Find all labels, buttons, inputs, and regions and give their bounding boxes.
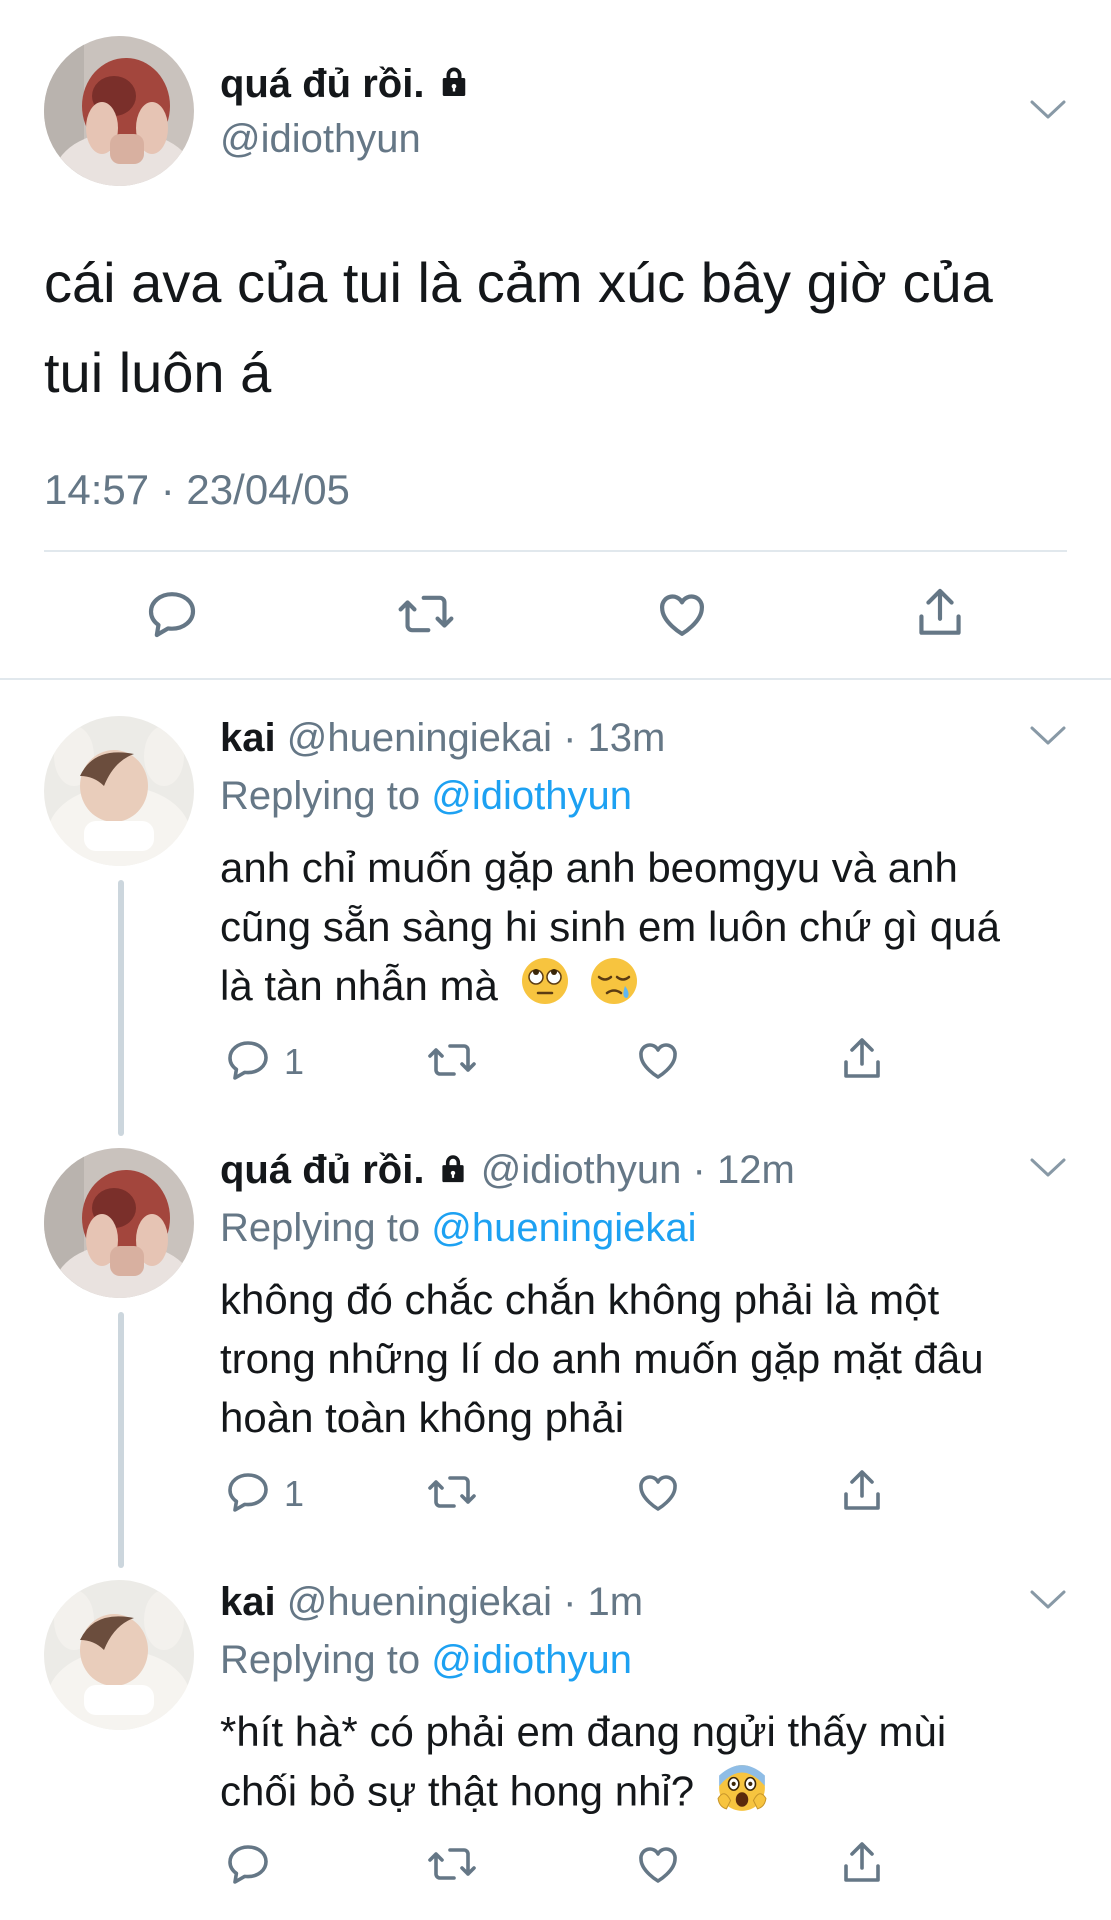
reply-icon[interactable] xyxy=(224,1036,272,1084)
retweet-icon[interactable] xyxy=(396,586,456,642)
like-icon[interactable] xyxy=(634,1468,682,1516)
tweet-text-line: không đó chắc chắn không phải là một xyxy=(220,1276,940,1323)
share-icon[interactable] xyxy=(912,584,968,642)
time-ago: · 12m xyxy=(692,1148,795,1192)
tweet-text: không đó chắc chắn không phải là một tro… xyxy=(220,1270,984,1447)
thread-line xyxy=(118,880,124,1136)
avatar[interactable] xyxy=(44,36,194,186)
divider xyxy=(44,550,1067,552)
tweet-text: anh chỉ muốn gặp anh beomgyu và anh cũng… xyxy=(220,838,1000,1021)
replying-to-link[interactable]: @idiothyun xyxy=(431,774,632,818)
tweet-text-line: hoàn toàn không phải xyxy=(220,1394,625,1441)
share-icon[interactable] xyxy=(838,1034,886,1084)
avatar[interactable] xyxy=(44,1148,194,1298)
handle[interactable]: @idiothyun xyxy=(220,115,421,163)
tweet-text: cái ava của tui là cảm xúc bây giờ của t… xyxy=(44,238,993,418)
handle[interactable]: @hueningiekai xyxy=(287,716,552,760)
display-name[interactable]: quá đủ rồi. xyxy=(220,1148,424,1192)
chevron-down-icon[interactable] xyxy=(1028,1588,1068,1612)
face-screaming-in-fear-icon xyxy=(716,1761,768,1828)
tweet-text-line: tui luôn á xyxy=(44,341,272,404)
replying-label: Replying to xyxy=(220,774,421,818)
share-icon[interactable] xyxy=(838,1466,886,1516)
handle[interactable]: @idiothyun xyxy=(481,1148,682,1192)
tweet-text-line: trong những lí do anh muốn gặp mặt đâu xyxy=(220,1335,984,1382)
tweet-text: *hít hà* có phải em đang ngửi thấy mùi c… xyxy=(220,1702,946,1828)
replying-label: Replying to xyxy=(220,1206,421,1250)
reply-icon[interactable] xyxy=(224,1468,272,1516)
like-icon[interactable] xyxy=(634,1840,682,1888)
tweet-text-line: *hít hà* có phải em đang ngửi thấy mùi xyxy=(220,1708,947,1755)
display-name[interactable]: kai xyxy=(220,1580,276,1624)
retweet-icon[interactable] xyxy=(426,1840,478,1888)
sleepy-face-icon xyxy=(589,956,639,1021)
retweet-icon[interactable] xyxy=(426,1036,478,1084)
time-ago: · 1m xyxy=(563,1580,644,1624)
tweet-text-line: chối bỏ sự thật hong nhỉ? xyxy=(220,1767,695,1815)
share-icon[interactable] xyxy=(838,1838,886,1888)
chevron-down-icon[interactable] xyxy=(1028,724,1068,748)
like-icon[interactable] xyxy=(634,1036,682,1084)
time-ago: · 13m xyxy=(563,716,666,760)
lock-icon xyxy=(436,1148,470,1196)
timestamp: 14:57 · 23/04/05 xyxy=(44,466,350,513)
display-name[interactable]: quá đủ rồi. xyxy=(220,62,424,106)
display-name[interactable]: kai xyxy=(220,716,276,760)
avatar[interactable] xyxy=(44,1580,194,1730)
replying-to-link[interactable]: @hueningiekai xyxy=(431,1206,696,1250)
avatar[interactable] xyxy=(44,716,194,866)
chevron-down-icon[interactable] xyxy=(1028,98,1068,122)
thread-line xyxy=(118,1312,124,1568)
lock-icon xyxy=(436,62,472,110)
retweet-icon[interactable] xyxy=(426,1468,478,1516)
tweet-text-line: cái ava của tui là cảm xúc bây giờ của xyxy=(44,251,993,314)
tweet-text-line: là tàn nhẫn mà xyxy=(220,962,498,1009)
replying-label: Replying to xyxy=(220,1638,421,1682)
reply-icon[interactable] xyxy=(144,586,200,642)
tweet-text-line: anh chỉ muốn gặp anh beomgyu và anh xyxy=(220,844,958,891)
tweet-text-line: cũng sẵn sàng hi sinh em luôn chứ gì quá xyxy=(220,903,1000,950)
reply-count: 1 xyxy=(284,1041,305,1082)
reply-count: 1 xyxy=(284,1473,305,1514)
handle[interactable]: @hueningiekai xyxy=(287,1580,552,1624)
like-icon[interactable] xyxy=(654,586,710,642)
face-with-rolling-eyes-icon xyxy=(520,956,570,1021)
section-divider xyxy=(0,678,1111,680)
reply-icon[interactable] xyxy=(224,1840,272,1888)
replying-to-link[interactable]: @idiothyun xyxy=(431,1638,632,1682)
chevron-down-icon[interactable] xyxy=(1028,1156,1068,1180)
